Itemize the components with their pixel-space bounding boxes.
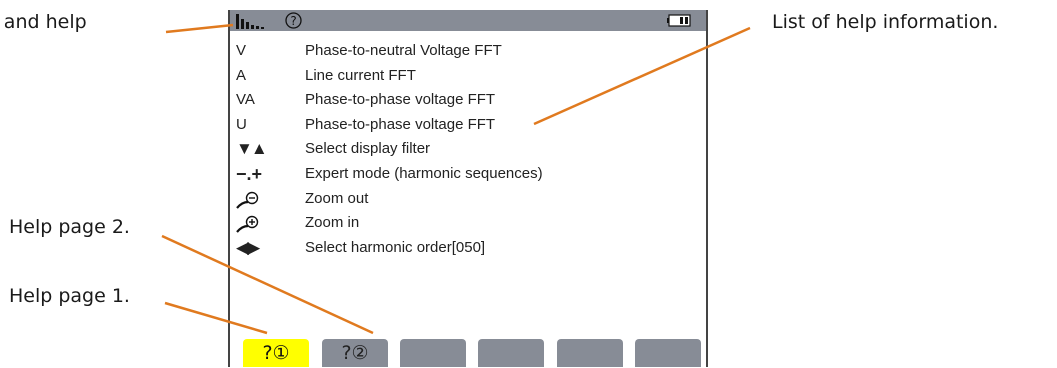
help-item-symbol: V <box>236 42 247 59</box>
device-screen: ? V Phase-to-neutral Voltage FFT A Line cur… <box>228 10 708 367</box>
function-key-3[interactable] <box>400 339 466 367</box>
help-item-label: Select display filter <box>305 140 431 158</box>
help-item-symbol: ▼▲ <box>236 139 268 159</box>
help-item-label: Phase-to-phase voltage FFT <box>305 115 496 133</box>
help-item-label: Phase-to-phase voltage FFT <box>305 91 496 109</box>
help-list-item: ◀▶ Select harmonic order[050] <box>230 236 700 260</box>
help-item-symbol: A <box>236 66 247 84</box>
help-item-label: Phase-to-neutral Voltage FFT <box>305 42 502 59</box>
help-item-label: Zoom out <box>305 189 369 207</box>
svg-text:?: ? <box>290 14 296 28</box>
function-key-5[interactable] <box>557 339 623 367</box>
zoom-in-icon <box>236 214 276 234</box>
help-page-2-button[interactable]: ?② <box>322 339 388 367</box>
help-item-symbol: −.+ <box>236 164 263 184</box>
help-list-item: A Line current FFT <box>230 64 700 88</box>
help-item-label: Select harmonic order[050] <box>305 238 486 256</box>
help-page-1-button[interactable]: ?① <box>243 339 309 367</box>
help-list-item: Zoom in <box>230 211 700 235</box>
callout-help-list: List of help information. <box>772 11 999 33</box>
help-item-label: Zoom in <box>305 214 360 232</box>
callout-help-page-1: Help page 1. <box>9 285 130 307</box>
callout-help-page-2: Help page 2. <box>9 216 130 238</box>
battery-icon <box>667 14 691 27</box>
help-item-symbol: ◀▶ <box>236 237 260 257</box>
help-circle-icon: ? <box>285 12 302 29</box>
harmonics-bars-icon <box>236 14 264 29</box>
function-key-6[interactable] <box>635 339 701 367</box>
help-item-label: Expert mode (harmonic sequences) <box>305 165 543 182</box>
help-list-item: V Phase-to-neutral Voltage FFT <box>230 39 700 63</box>
help-list-item: Zoom out <box>230 187 700 211</box>
help-list-item: −.+ Expert mode (harmonic sequences) <box>230 162 700 186</box>
help-item-label: Line current FFT <box>305 66 416 84</box>
help-list-item: U Phase-to-phase voltage FFT <box>230 113 700 137</box>
status-bar: ? <box>230 10 706 31</box>
help-item-symbol: VA <box>236 91 255 109</box>
function-key-4[interactable] <box>478 339 544 367</box>
help-item-symbol: U <box>236 115 247 133</box>
zoom-out-icon <box>236 190 276 210</box>
help-list-item: ▼▲ Select display filter <box>230 137 700 161</box>
callout-mode-and-help: Mode and help <box>0 11 87 33</box>
leader-line-mode <box>165 23 234 34</box>
help-list-item: VA Phase-to-phase voltage FFT <box>230 88 700 112</box>
